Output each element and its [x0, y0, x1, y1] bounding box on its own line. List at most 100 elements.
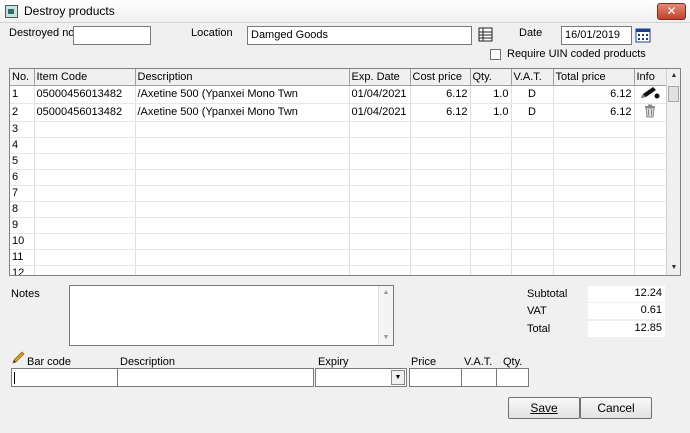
table-row[interactable]: 1 05000456013482 /Axetine 500 (Ypanxei M…	[10, 85, 667, 104]
grid-header-row: No. Item Code Description Exp. Date Cost…	[10, 69, 667, 86]
require-uin-label: Require UIN coded products	[507, 48, 646, 60]
table-row[interactable]: 10	[10, 233, 667, 250]
vat-total-label: VAT	[527, 305, 547, 317]
expiry-select[interactable]: ▼	[315, 368, 407, 387]
cell-no: 12	[10, 265, 35, 275]
notes-textarea[interactable]	[69, 285, 394, 346]
col-header-cost-price[interactable]: Cost price	[410, 69, 471, 86]
table-row[interactable]: 7	[10, 185, 667, 202]
cell-no: 11	[10, 249, 35, 266]
notes-label: Notes	[11, 288, 40, 300]
notes-scroll-down-icon[interactable]: ▼	[379, 331, 393, 345]
cancel-button[interactable]: Cancel	[580, 397, 652, 419]
table-row[interactable]: 8	[10, 201, 667, 218]
subtotal-label: Subtotal	[527, 288, 568, 300]
destroyed-no-input[interactable]	[73, 26, 151, 45]
scroll-down-icon[interactable]: ▼	[667, 261, 681, 275]
scroll-up-icon[interactable]: ▲	[667, 69, 681, 83]
entry-description-label: Description	[120, 356, 176, 368]
expiry-label: Expiry	[318, 356, 349, 368]
cell-no: 1	[10, 85, 35, 104]
pencil-icon	[11, 350, 26, 365]
dropdown-arrow-icon[interactable]: ▼	[391, 370, 405, 385]
scroll-thumb[interactable]	[668, 86, 679, 102]
app-icon	[5, 5, 18, 18]
table-row[interactable]: 6	[10, 169, 667, 186]
table-row[interactable]: 4	[10, 137, 667, 154]
cell-qty: 1.0	[470, 103, 512, 122]
location-browse-icon[interactable]	[478, 27, 493, 42]
cell-cost-price: 6.12	[410, 103, 471, 122]
col-header-vat[interactable]: V.A.T.	[511, 69, 554, 86]
window-title: Destroy products	[24, 4, 115, 18]
col-header-total-price[interactable]: Total price	[553, 69, 635, 86]
require-uin-checkbox[interactable]	[490, 49, 501, 60]
cell-no: 9	[10, 217, 35, 234]
table-row[interactable]: 9	[10, 217, 667, 234]
cell-info	[634, 103, 667, 122]
destroyed-no-label: Destroyed no	[9, 27, 75, 39]
total-label: Total	[527, 323, 551, 335]
cell-no: 2	[10, 103, 35, 122]
location-input[interactable]: Damged Goods	[247, 26, 472, 45]
cell-vat: D	[511, 103, 554, 122]
cell-description: /Axetine 500 (Ypanxei Mono Twn	[135, 103, 350, 122]
cell-exp-date: 01/04/2021	[349, 103, 411, 122]
table-row[interactable]: 5	[10, 153, 667, 170]
save-button-label: Save	[530, 401, 558, 415]
cell-no: 4	[10, 137, 35, 154]
entry-qty-input[interactable]	[496, 368, 529, 387]
products-grid: No. Item Code Description Exp. Date Cost…	[9, 68, 681, 276]
entry-vat-label: V.A.T.	[464, 356, 493, 368]
col-header-no[interactable]: No.	[10, 69, 35, 86]
table-row[interactable]: 12	[10, 265, 667, 275]
grid-vertical-scrollbar[interactable]: ▲ ▼	[666, 69, 680, 275]
barcode-input[interactable]	[11, 368, 118, 387]
trash-icon[interactable]	[643, 104, 657, 121]
cell-no: 6	[10, 169, 35, 186]
cell-no: 10	[10, 233, 35, 250]
cell-info	[634, 85, 667, 104]
cell-cost-price: 6.12	[410, 85, 471, 104]
table-row[interactable]: 11	[10, 249, 667, 266]
cell-no: 8	[10, 201, 35, 218]
price-input[interactable]	[409, 368, 462, 387]
cell-vat: D	[511, 85, 554, 104]
cancel-button-label: Cancel	[597, 401, 635, 415]
table-row[interactable]: 3	[10, 121, 667, 138]
cell-exp-date: 01/04/2021	[349, 85, 411, 104]
date-input[interactable]: 16/01/2019	[561, 26, 632, 45]
close-button[interactable]: ✕	[657, 3, 686, 20]
edit-pen-icon[interactable]	[639, 86, 661, 103]
entry-description-input[interactable]	[117, 368, 314, 387]
col-header-description[interactable]: Description	[135, 69, 350, 86]
price-label: Price	[411, 356, 437, 368]
entry-qty-label: Qty.	[503, 356, 523, 368]
table-row[interactable]: 2 05000456013482 /Axetine 500 (Ypanxei M…	[10, 103, 667, 122]
cell-total-price: 6.12	[553, 103, 635, 122]
calendar-icon[interactable]	[635, 27, 651, 43]
notes-scroll-up-icon[interactable]: ▲	[379, 286, 393, 300]
text-caret	[14, 372, 15, 384]
entry-vat-input[interactable]	[461, 368, 497, 387]
col-header-qty[interactable]: Qty.	[470, 69, 512, 86]
col-header-exp-date[interactable]: Exp. Date	[349, 69, 411, 86]
notes-scrollbar[interactable]: ▲ ▼	[378, 286, 393, 345]
col-header-item-code[interactable]: Item Code	[34, 69, 136, 86]
cell-no: 5	[10, 153, 35, 170]
cell-no: 3	[10, 121, 35, 138]
date-label: Date	[519, 27, 543, 39]
cell-item-code: 05000456013482	[34, 103, 136, 122]
barcode-label: Bar code	[27, 356, 72, 368]
vat-total-value: 0.61	[588, 303, 665, 319]
col-header-info[interactable]: Info	[634, 69, 667, 86]
cell-total-price: 6.12	[553, 85, 635, 104]
cell-item-code: 05000456013482	[34, 85, 136, 104]
subtotal-value: 12.24	[588, 286, 665, 302]
cell-qty: 1.0	[470, 85, 512, 104]
save-button[interactable]: Save	[508, 397, 580, 419]
cell-description: /Axetine 500 (Ypanxei Mono Twn	[135, 85, 350, 104]
location-label: Location	[191, 27, 233, 39]
cell-no: 7	[10, 185, 35, 202]
total-value: 12.85	[588, 321, 665, 337]
